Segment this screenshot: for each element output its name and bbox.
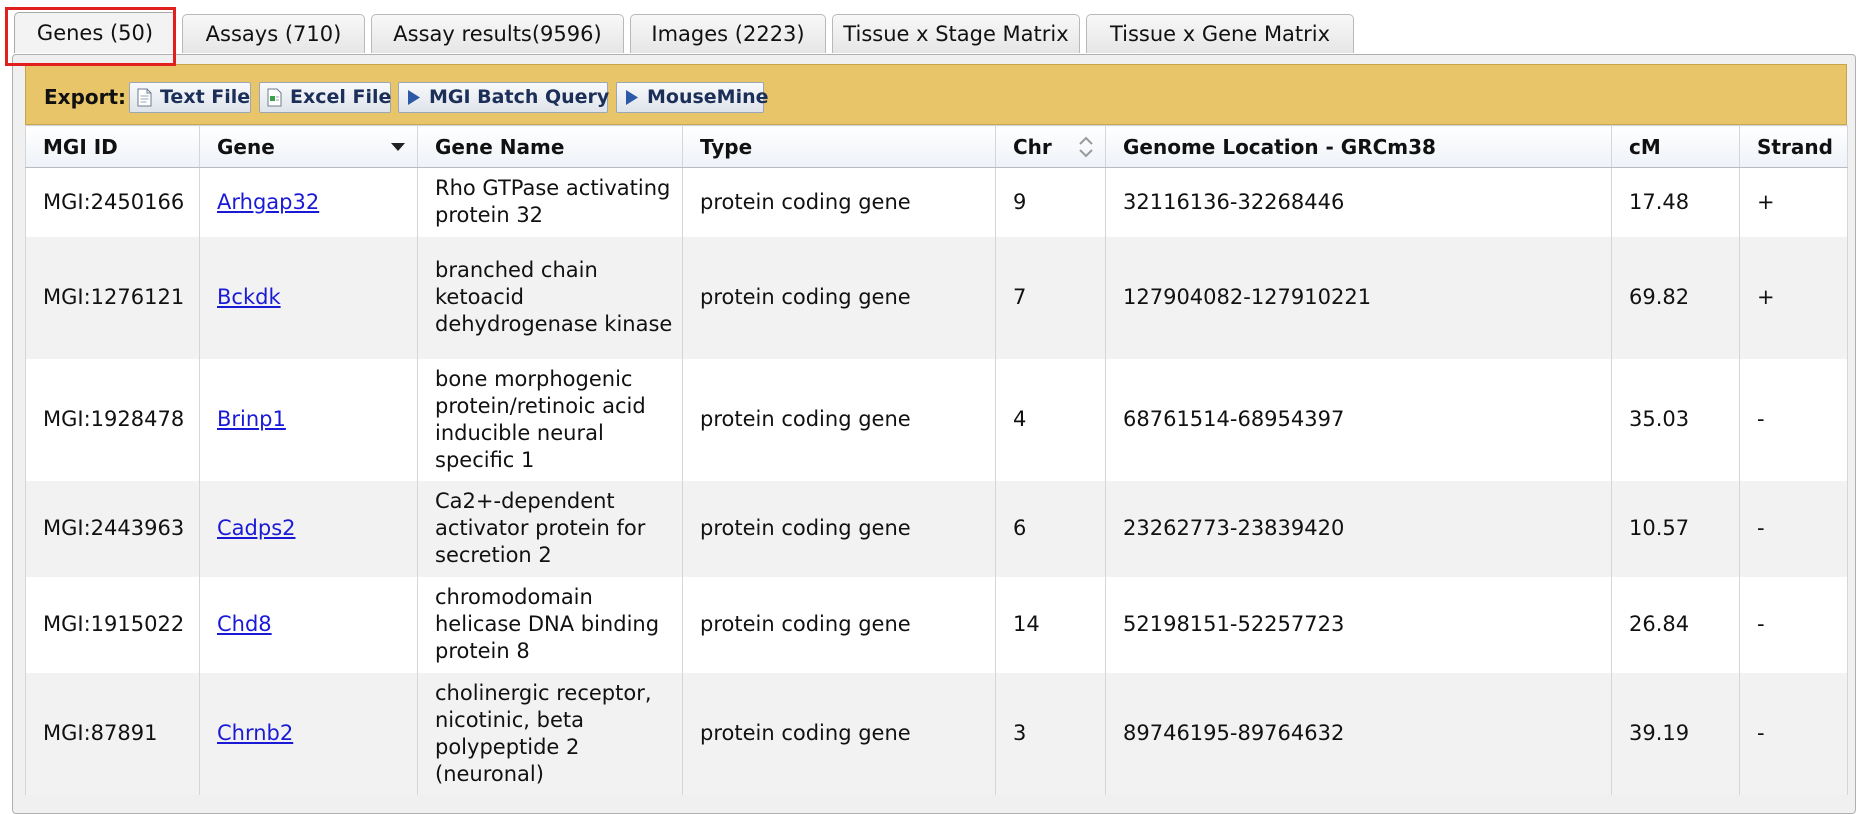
strand-cell: - — [1739, 358, 1848, 481]
strand-cell: - — [1739, 576, 1848, 673]
gene-cell: Cadps2 — [199, 480, 418, 577]
strand-cell: - — [1739, 672, 1848, 795]
column-header-cm[interactable]: cM — [1611, 125, 1740, 168]
export-bar: Export: Text File Excel File MGI Batch Q… — [25, 64, 1847, 125]
type-cell: protein coding gene — [682, 480, 996, 577]
gene-name-cell: branched chain ketoacid dehydrogenase ki… — [417, 236, 683, 359]
table-row: MGI:2450166 Arhgap32 Rho GTPase activati… — [25, 167, 1848, 237]
location-cell: 68761514-68954397 — [1105, 358, 1612, 481]
column-header-gene[interactable]: Gene — [199, 125, 418, 168]
chr-cell: 7 — [995, 236, 1106, 359]
column-header-genome-location[interactable]: Genome Location - GRCm38 — [1105, 125, 1612, 168]
cm-cell: 35.03 — [1611, 358, 1740, 481]
column-header-strand[interactable]: Strand — [1739, 125, 1848, 168]
gene-link[interactable]: Arhgap32 — [217, 190, 319, 214]
mousemine-label: MouseMine — [647, 86, 769, 108]
strand-cell: + — [1739, 167, 1848, 237]
chr-cell: 9 — [995, 167, 1106, 237]
cm-cell: 26.84 — [1611, 576, 1740, 673]
tab-assay-results[interactable]: Assay results(9596) — [371, 14, 624, 53]
cm-cell: 17.48 — [1611, 167, 1740, 237]
mgi-batch-query-label: MGI Batch Query — [429, 86, 610, 108]
mgi-id-cell: MGI:2450166 — [25, 167, 200, 237]
table-header-row: MGI ID Gene Gene Name Type Chr Genome Lo… — [25, 125, 1848, 168]
chr-cell: 4 — [995, 358, 1106, 481]
export-excel-file-button[interactable]: Excel File — [259, 82, 391, 113]
genes-table: MGI ID Gene Gene Name Type Chr Genome Lo… — [25, 125, 1848, 795]
mgi-id-cell: MGI:1915022 — [25, 576, 200, 673]
table-row: MGI:87891 Chrnb2 cholinergic receptor, n… — [25, 672, 1848, 795]
play-arrow-icon — [408, 90, 420, 105]
export-label: Export: — [44, 85, 127, 109]
chr-cell: 14 — [995, 576, 1106, 673]
mgi-id-cell: MGI:87891 — [25, 672, 200, 795]
export-text-file-button[interactable]: Text File — [129, 82, 251, 113]
type-cell: protein coding gene — [682, 672, 996, 795]
type-cell: protein coding gene — [682, 236, 996, 359]
gene-link[interactable]: Chrnb2 — [217, 721, 293, 745]
location-cell: 52198151-52257723 — [1105, 576, 1612, 673]
mgi-id-cell: MGI:2443963 — [25, 480, 200, 577]
excel-file-icon — [267, 88, 282, 107]
chr-cell: 3 — [995, 672, 1106, 795]
mousemine-button[interactable]: MouseMine — [616, 82, 769, 113]
type-cell: protein coding gene — [682, 358, 996, 481]
gene-link[interactable]: Cadps2 — [217, 516, 296, 540]
strand-cell: + — [1739, 236, 1848, 359]
type-cell: protein coding gene — [682, 576, 996, 673]
mgi-id-cell: MGI:1928478 — [25, 358, 200, 481]
tab-tissue-stage-matrix[interactable]: Tissue x Stage Matrix — [832, 14, 1080, 53]
tab-images[interactable]: Images (2223) — [630, 14, 826, 53]
mgi-id-cell: MGI:1276121 — [25, 236, 200, 359]
tab-assays[interactable]: Assays (710) — [182, 14, 365, 53]
cm-cell: 69.82 — [1611, 236, 1740, 359]
table-row: MGI:1928478 Brinp1 bone morphogenic prot… — [25, 358, 1848, 481]
table-row: MGI:1276121 Bckdk branched chain ketoaci… — [25, 236, 1848, 359]
export-text-file-label: Text File — [160, 86, 251, 108]
cm-cell: 39.19 — [1611, 672, 1740, 795]
gene-cell: Bckdk — [199, 236, 418, 359]
location-cell: 89746195-89764632 — [1105, 672, 1612, 795]
gene-link[interactable]: Bckdk — [217, 285, 281, 309]
location-cell: 32116136-32268446 — [1105, 167, 1612, 237]
column-header-gene-name[interactable]: Gene Name — [417, 125, 683, 168]
mgi-batch-query-button[interactable]: MGI Batch Query — [398, 82, 610, 113]
sortable-icon — [1079, 136, 1093, 158]
text-file-icon — [137, 88, 152, 107]
type-cell: protein coding gene — [682, 167, 996, 237]
gene-link[interactable]: Chd8 — [217, 612, 272, 636]
gene-name-cell: bone morphogenic protein/retinoic acid i… — [417, 358, 683, 481]
gene-name-cell: Ca2+-dependent activator protein for sec… — [417, 480, 683, 577]
table-row: MGI:2443963 Cadps2 Ca2+-dependent activa… — [25, 480, 1848, 577]
sort-descending-icon — [391, 143, 405, 151]
location-cell: 23262773-23839420 — [1105, 480, 1612, 577]
play-arrow-icon — [626, 90, 638, 105]
gene-link[interactable]: Brinp1 — [217, 407, 286, 431]
gene-cell: Chd8 — [199, 576, 418, 673]
table-row: MGI:1915022 Chd8 chromodomain helicase D… — [25, 576, 1848, 673]
column-header-chr[interactable]: Chr — [995, 125, 1106, 168]
gene-cell: Brinp1 — [199, 358, 418, 481]
column-header-type[interactable]: Type — [682, 125, 996, 168]
strand-cell: - — [1739, 480, 1848, 577]
tab-genes[interactable]: Genes (50) — [14, 12, 176, 53]
location-cell: 127904082-127910221 — [1105, 236, 1612, 359]
column-header-mgi-id[interactable]: MGI ID — [25, 125, 200, 168]
gene-cell: Arhgap32 — [199, 167, 418, 237]
tab-tissue-gene-matrix[interactable]: Tissue x Gene Matrix — [1086, 14, 1354, 53]
chr-cell: 6 — [995, 480, 1106, 577]
export-excel-file-label: Excel File — [290, 86, 392, 108]
gene-name-cell: Rho GTPase activating protein 32 — [417, 167, 683, 237]
cm-cell: 10.57 — [1611, 480, 1740, 577]
gene-name-cell: cholinergic receptor, nicotinic, beta po… — [417, 672, 683, 795]
gene-name-cell: chromodomain helicase DNA binding protei… — [417, 576, 683, 673]
gene-cell: Chrnb2 — [199, 672, 418, 795]
